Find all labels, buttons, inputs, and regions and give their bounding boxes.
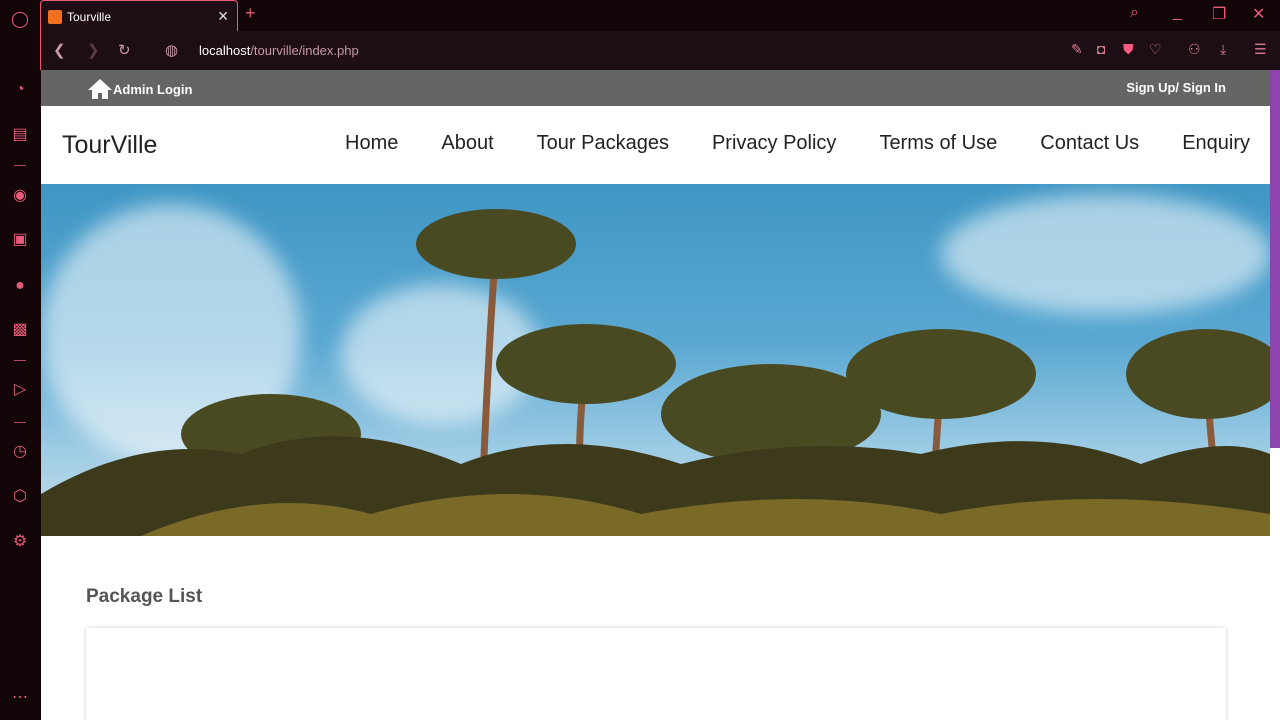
main-nav: Home About Tour Packages Privacy Policy … xyxy=(345,132,1250,155)
account-icon[interactable]: ⚇ xyxy=(1188,41,1201,58)
history-icon[interactable]: ◷ xyxy=(10,442,30,462)
signin-link[interactable]: Sign Up/ Sign In xyxy=(1126,80,1226,95)
site-header: TourVille Home About Tour Packages Priva… xyxy=(41,106,1270,184)
nav-privacy-policy[interactable]: Privacy Policy xyxy=(712,132,836,155)
search-icon[interactable]: ⌕ xyxy=(1130,4,1139,22)
nav-tour-packages[interactable]: Tour Packages xyxy=(537,132,669,155)
close-tab-icon[interactable]: ✕ xyxy=(217,8,229,25)
easy-setup-icon[interactable]: ☰ xyxy=(1254,41,1267,58)
heart-icon[interactable]: ♡ xyxy=(1149,41,1162,58)
top-bar: Admin Login Sign Up/ Sign In xyxy=(41,70,1270,106)
camera-icon[interactable]: ◘ xyxy=(1097,41,1105,57)
more-icon[interactable]: ⋯ xyxy=(10,688,30,708)
package-list-card xyxy=(86,628,1226,720)
back-icon[interactable]: ❮ xyxy=(53,41,66,59)
nav-about[interactable]: About xyxy=(441,132,493,155)
divider xyxy=(14,360,26,361)
admin-login-label: Admin Login xyxy=(113,81,193,97)
web-page: Admin Login Sign Up/ Sign In TourVille H… xyxy=(41,70,1270,720)
shield-icon[interactable]: ⛊ xyxy=(1123,41,1134,58)
hero-banner-image xyxy=(41,184,1270,536)
restore-icon[interactable]: ❐ xyxy=(1212,4,1226,24)
download-icon[interactable]: ⤓ xyxy=(1220,41,1226,58)
snap-icon[interactable]: ✎ xyxy=(1071,41,1083,58)
forward-icon[interactable]: ❯ xyxy=(87,41,100,59)
speed-dial-icon[interactable]: ◔ xyxy=(10,80,30,100)
nav-terms-of-use[interactable]: Terms of Use xyxy=(879,132,997,155)
url-path: /tourville/index.php xyxy=(250,43,359,58)
home-icon xyxy=(88,79,112,99)
tab-title: Tourville xyxy=(67,9,112,24)
tab-tourville[interactable]: Tourville ✕ xyxy=(40,0,238,32)
discord-icon[interactable]: ▩ xyxy=(10,320,30,340)
package-list-heading: Package List xyxy=(86,586,203,607)
workspaces-icon[interactable]: ▤ xyxy=(10,125,30,145)
twitter-icon[interactable]: ● xyxy=(10,276,30,296)
xampp-favicon-icon xyxy=(48,9,62,24)
nav-contact-us[interactable]: Contact Us xyxy=(1040,132,1139,155)
extensions-icon[interactable]: ⬡ xyxy=(10,487,30,507)
url-host: localhost xyxy=(199,43,251,58)
player-icon[interactable]: ▷ xyxy=(10,380,30,400)
divider xyxy=(14,422,26,423)
admin-login-link[interactable]: Admin Login xyxy=(87,78,192,100)
browser-sidebar: ◯ ◔ ▤ ◉ ▣ ● ▩ ▷ ◷ ⬡ ⚙ ⋯ xyxy=(0,0,40,720)
site-logo[interactable]: TourVille xyxy=(62,131,157,160)
address-bar: ❮ ❯ ↻ ◍ localhost/tourville/index.php ✎ … xyxy=(40,31,1280,70)
minimize-icon[interactable]: _ xyxy=(1173,4,1182,22)
tab-bar: Tourville ✕ + ⌕ _ ❐ ✕ xyxy=(40,0,1280,32)
palm-trees-graphic xyxy=(41,209,1270,536)
globe-icon: ◍ xyxy=(165,42,179,59)
messenger-icon[interactable]: ◉ xyxy=(10,186,30,206)
divider xyxy=(14,165,26,166)
close-window-icon[interactable]: ✕ xyxy=(1252,4,1265,24)
nav-home[interactable]: Home xyxy=(345,132,398,155)
opera-logo-icon[interactable]: ◯ xyxy=(10,10,30,30)
instagram-icon[interactable]: ▣ xyxy=(10,230,30,250)
scrollbar-thumb[interactable] xyxy=(1270,70,1280,448)
url-field[interactable]: localhost/tourville/index.php xyxy=(199,43,359,58)
nav-enquiry[interactable]: Enquiry xyxy=(1182,132,1250,155)
settings-icon[interactable]: ⚙ xyxy=(10,532,30,552)
new-tab-icon[interactable]: + xyxy=(245,3,256,24)
reload-icon[interactable]: ↻ xyxy=(118,41,131,59)
